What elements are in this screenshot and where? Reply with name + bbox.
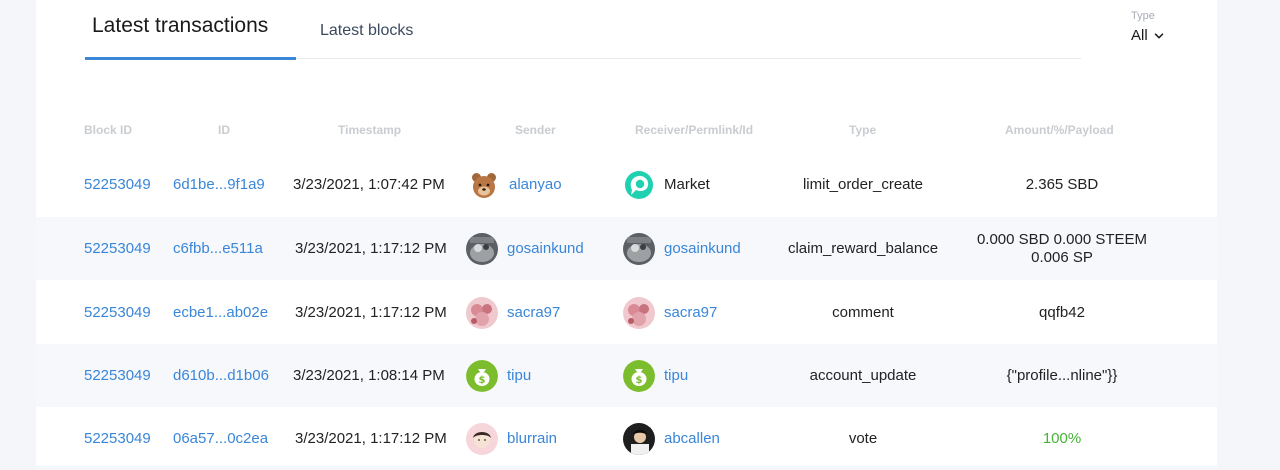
amount-line: 0.000 SBD 0.000 STEEM xyxy=(976,230,1148,248)
money-bag-avatar-icon: $ xyxy=(623,359,655,392)
timestamp: 3/23/2021, 1:17:12 PM xyxy=(295,240,447,257)
bear-avatar-icon xyxy=(468,168,500,201)
tab-latest-blocks[interactable]: Latest blocks xyxy=(320,22,413,40)
transaction-type: comment xyxy=(832,304,894,321)
receiver: abcallen xyxy=(623,407,720,470)
sender-link[interactable]: tipu xyxy=(507,367,531,384)
tab-latest-transactions[interactable]: Latest transactions xyxy=(85,14,296,60)
transaction-id-link[interactable]: ecbe1...ab02e xyxy=(173,281,268,344)
transaction-type: claim_reward_balance xyxy=(787,240,939,257)
sender-link[interactable]: blurrain xyxy=(507,430,557,447)
abcallen-avatar-icon xyxy=(623,422,655,455)
type-filter-dropdown[interactable]: Type All xyxy=(1131,10,1164,44)
type-filter-value[interactable]: All xyxy=(1131,27,1164,44)
receiver: gosainkund xyxy=(623,217,741,280)
transaction-type: vote xyxy=(848,430,878,447)
timestamp: 3/23/2021, 1:07:42 PM xyxy=(293,176,445,193)
sender-link[interactable]: sacra97 xyxy=(507,304,560,321)
table-row: 52253049 c6fbb...e511a 3/23/2021, 1:17:1… xyxy=(36,217,1217,280)
receiver-label: Market xyxy=(664,176,710,193)
type-filter-label: Type xyxy=(1131,10,1155,22)
svg-text:$: $ xyxy=(636,375,643,386)
header-receiver: Receiver/Permlink/Id xyxy=(635,123,754,137)
block-id-link[interactable]: 52253049 xyxy=(84,281,151,344)
sender: alanyao xyxy=(468,153,562,216)
transaction-id-link[interactable]: d610b...d1b06 xyxy=(173,344,269,407)
block-id-link[interactable]: 52253049 xyxy=(84,344,151,407)
transaction-id-link[interactable]: 06a57...0c2ea xyxy=(173,407,268,470)
chevron-down-icon xyxy=(1154,32,1163,38)
sender-link[interactable]: alanyao xyxy=(509,176,562,193)
block-id-link[interactable]: 52253049 xyxy=(84,217,151,280)
amount: 2.365 SBD xyxy=(1025,176,1099,193)
table-row: 52253049 6d1be...9f1a9 3/23/2021, 1:07:4… xyxy=(36,153,1217,216)
table-row: 52253049 d610b...d1b06 3/23/2021, 1:08:1… xyxy=(36,344,1217,407)
money-bag-avatar-icon: $ xyxy=(466,359,498,392)
receiver: Market xyxy=(623,153,710,216)
header-id: ID xyxy=(218,123,230,137)
receiver-link[interactable]: sacra97 xyxy=(664,304,717,321)
transaction-type: account_update xyxy=(809,367,917,384)
header-amount: Amount/%/Payload xyxy=(1005,123,1114,137)
sender: gosainkund xyxy=(466,217,584,280)
type-filter-selected: All xyxy=(1131,27,1148,44)
sacra97-avatar-icon xyxy=(466,296,498,329)
sender: $ tipu xyxy=(466,344,531,407)
receiver-link[interactable]: abcallen xyxy=(664,430,720,447)
amount: {"profile...nline"}} xyxy=(1006,367,1118,384)
amount: qqfb42 xyxy=(1039,304,1085,321)
blurrain-avatar-icon xyxy=(466,422,498,455)
sender-link[interactable]: gosainkund xyxy=(507,240,584,257)
header-sender: Sender xyxy=(515,123,556,137)
svg-text:$: $ xyxy=(479,375,486,386)
header-block-id: Block ID xyxy=(84,123,133,137)
receiver-link[interactable]: tipu xyxy=(664,367,688,384)
amount: 100% xyxy=(1042,430,1082,447)
receiver-link[interactable]: gosainkund xyxy=(664,240,741,257)
sender: sacra97 xyxy=(466,281,560,344)
header-type: Type xyxy=(849,123,877,137)
table-row: 52253049 ecbe1...ab02e 3/23/2021, 1:17:1… xyxy=(36,281,1217,344)
timestamp: 3/23/2021, 1:17:12 PM xyxy=(295,430,447,447)
transaction-id-link[interactable]: 6d1be...9f1a9 xyxy=(173,153,265,216)
amount-line: 0.006 SP xyxy=(1031,248,1093,266)
block-id-link[interactable]: 52253049 xyxy=(84,407,151,470)
timestamp: 3/23/2021, 1:08:14 PM xyxy=(293,367,445,384)
block-id-link[interactable]: 52253049 xyxy=(84,153,151,216)
header-timestamp: Timestamp xyxy=(338,123,402,137)
amount: 0.000 SBD 0.000 STEEM 0.006 SP xyxy=(962,217,1162,280)
tab-bar: Latest transactions Latest blocks xyxy=(85,0,1081,60)
table-row: 52253049 06a57...0c2ea 3/23/2021, 1:17:1… xyxy=(36,407,1217,470)
receiver: sacra97 xyxy=(623,281,717,344)
transaction-type: limit_order_create xyxy=(802,176,924,193)
receiver: $ tipu xyxy=(623,344,688,407)
gosainkund-avatar-icon xyxy=(623,232,655,265)
transaction-id-link[interactable]: c6fbb...e511a xyxy=(173,217,263,280)
market-logo-icon xyxy=(623,168,655,201)
gosainkund-avatar-icon xyxy=(466,232,498,265)
timestamp: 3/23/2021, 1:17:12 PM xyxy=(295,304,447,321)
sacra97-avatar-icon xyxy=(623,296,655,329)
sender: blurrain xyxy=(466,407,557,470)
